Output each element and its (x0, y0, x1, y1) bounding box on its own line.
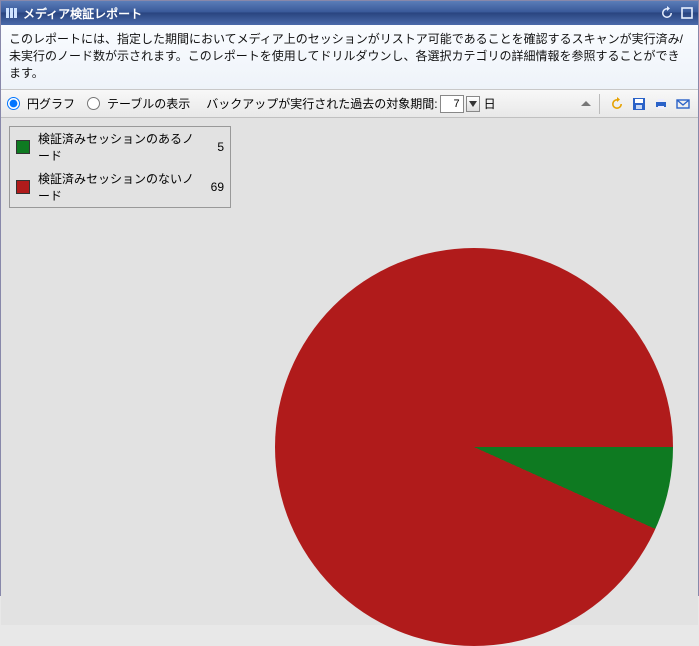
email-icon[interactable] (674, 95, 692, 113)
legend-swatch (16, 180, 30, 194)
view-table-radio[interactable]: テーブルの表示 (87, 95, 190, 112)
legend: 検証済みセッションのあるノード 5 検証済みセッションのないノード 69 (9, 126, 231, 208)
period-input[interactable] (440, 95, 464, 113)
save-icon[interactable] (630, 95, 648, 113)
legend-value: 69 (198, 180, 224, 194)
legend-item: 検証済みセッションのないノード 69 (10, 167, 230, 207)
titlebar-buttons (660, 6, 694, 20)
view-table-label: テーブルの表示 (107, 95, 190, 112)
period-label: バックアップが実行された過去の対象期間: (206, 95, 437, 112)
window-title: メディア検証レポート (23, 5, 142, 22)
toolbar: 円グラフ テーブルの表示 バックアップが実行された過去の対象期間: 日 (1, 90, 698, 118)
description-text: このレポートには、指定した期間においてメディア上のセッションがリストア可能である… (1, 25, 698, 90)
report-window: メディア検証レポート このレポートには、指定した期間においてメディア上のセッショ… (0, 0, 699, 596)
period-unit: 日 (484, 95, 496, 112)
pie-chart (275, 248, 673, 646)
print-icon[interactable] (652, 95, 670, 113)
chart-area: 検証済みセッションのあるノード 5 検証済みセッションのないノード 69 (1, 118, 698, 625)
legend-value: 5 (198, 140, 224, 154)
titlebar: メディア検証レポート (1, 1, 698, 25)
legend-swatch (16, 140, 30, 154)
view-pie-input[interactable] (7, 97, 20, 110)
legend-label: 検証済みセッションのないノード (38, 170, 198, 204)
legend-label: 検証済みセッションのあるノード (38, 130, 198, 164)
maximize-icon[interactable] (680, 6, 694, 20)
report-icon (5, 7, 17, 19)
period-dropdown-button[interactable] (466, 96, 480, 112)
view-pie-label: 円グラフ (27, 95, 75, 112)
refresh-icon[interactable] (608, 95, 626, 113)
scroll-up-icon[interactable] (577, 95, 595, 113)
refresh-title-icon[interactable] (660, 6, 674, 20)
toolbar-divider (599, 94, 600, 114)
view-table-input[interactable] (87, 97, 100, 110)
view-pie-radio[interactable]: 円グラフ (7, 95, 75, 112)
legend-item: 検証済みセッションのあるノード 5 (10, 127, 230, 167)
